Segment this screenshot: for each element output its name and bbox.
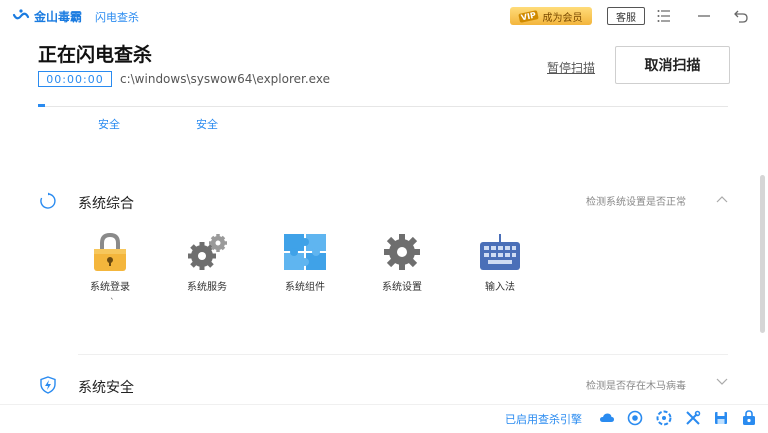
gear-icon: [384, 234, 420, 270]
page-title: 正在闪电查杀: [38, 44, 153, 66]
become-member-button[interactable]: VIP 成为会员: [510, 7, 592, 25]
item-label-system-settings: 系统设置: [382, 282, 422, 293]
customer-service-button[interactable]: 客服: [607, 7, 645, 25]
minimize-icon[interactable]: [696, 8, 712, 24]
item-label-system-services: 系统服务: [187, 282, 227, 293]
keyboard-icon: [480, 234, 520, 270]
scan-item-system-login[interactable]: 系统登录: [75, 232, 145, 293]
section-title-system-security: 系统安全: [78, 380, 134, 396]
scan-item-system-settings[interactable]: 系统设置: [367, 232, 437, 293]
engine-ring-icon[interactable]: [656, 410, 672, 426]
chevron-down-icon[interactable]: [716, 378, 728, 386]
section-divider: [78, 354, 728, 355]
app-logo-icon: [12, 9, 30, 20]
item-marker: `: [110, 298, 115, 308]
section-desc-system-general: 检测系统设置是否正常: [586, 197, 686, 208]
pause-scan-link[interactable]: 暂停扫描: [547, 59, 595, 76]
item-label-system-components: 系统组件: [285, 282, 325, 293]
shield-icon: [40, 376, 56, 394]
app-name: 金山毒霸: [34, 10, 83, 24]
scan-item-system-services[interactable]: 系统服务: [172, 232, 242, 293]
section-desc-system-security: 检测是否存在木马病毒: [586, 381, 686, 392]
module-name: 闪电查杀: [95, 11, 139, 24]
item-label-system-login: 系统登录: [90, 282, 130, 293]
item-label-input-method: 输入法: [485, 282, 515, 293]
cloud-icon[interactable]: [599, 410, 615, 426]
elapsed-timer: 00:00:00: [38, 71, 112, 87]
lock-icon: [94, 232, 126, 271]
status-safe-2: 安全: [196, 118, 218, 131]
gears-icon: [188, 234, 227, 270]
box-icon[interactable]: [741, 410, 757, 426]
puzzle-icon: [284, 234, 326, 270]
scan-progress-fill: [38, 104, 45, 107]
vertical-scrollbar[interactable]: [760, 175, 765, 333]
engine-eye-icon[interactable]: [627, 410, 643, 426]
chevron-up-icon[interactable]: [716, 195, 728, 203]
bottom-bar: [0, 404, 768, 433]
scan-item-input-method[interactable]: 输入法: [465, 232, 535, 293]
become-member-label: 成为会员: [542, 12, 583, 24]
scan-progress-track: [38, 106, 728, 107]
current-scan-path: c:\windows\syswow64\explorer.exe: [120, 72, 330, 86]
status-safe-1: 安全: [98, 118, 120, 131]
tools-icon[interactable]: [685, 410, 701, 426]
engine-status-text: 已启用查杀引擎: [505, 413, 582, 426]
save-icon[interactable]: [713, 410, 729, 426]
scan-item-system-components[interactable]: 系统组件: [270, 232, 340, 293]
vip-icon: VIP: [518, 9, 540, 23]
cancel-scan-button[interactable]: 取消扫描: [615, 46, 730, 84]
refresh-icon: [40, 192, 56, 209]
menu-icon[interactable]: [656, 8, 672, 24]
back-icon[interactable]: [733, 8, 749, 24]
section-title-system-general: 系统综合: [78, 196, 134, 212]
